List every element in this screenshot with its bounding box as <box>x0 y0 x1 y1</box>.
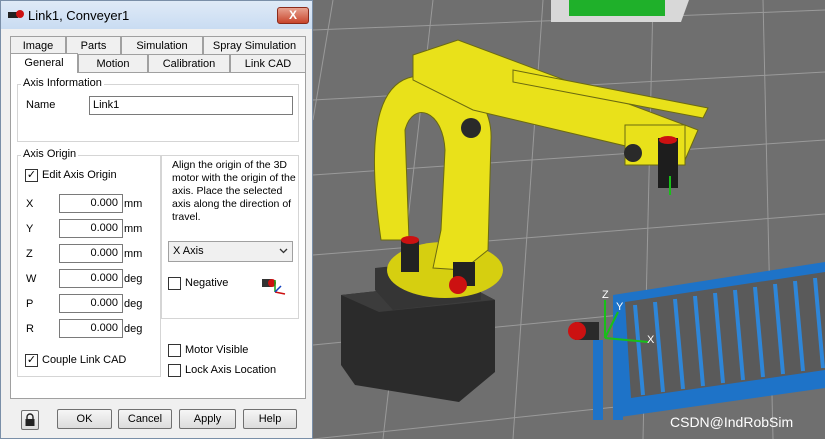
w-label: W <box>26 273 37 285</box>
lock-icon <box>25 413 35 426</box>
tab-content-general: Axis Information Name Link1 Axis Origin … <box>10 72 306 399</box>
link-icon <box>8 10 24 18</box>
tab-simulation[interactable]: Simulation <box>121 36 203 54</box>
tab-motion[interactable]: Motion <box>78 54 148 72</box>
negative-checkbox[interactable] <box>168 277 181 290</box>
origin-help-text: Align the origin of the 3D motor with th… <box>172 159 296 223</box>
y-label: Y <box>26 223 34 235</box>
z-unit: mm <box>124 248 143 260</box>
title-bar[interactable]: Link1, Conveyer1 X <box>1 1 312 29</box>
axis-z-label: Z <box>602 289 609 301</box>
tab-calibration[interactable]: Calibration <box>148 54 230 72</box>
axis-select[interactable]: X Axis <box>168 241 293 262</box>
motor-visible-label: Motor Visible <box>185 344 249 356</box>
close-button[interactable]: X <box>277 7 309 24</box>
x-field[interactable]: 0.000 <box>59 194 123 213</box>
axis-information-label: Axis Information <box>21 77 104 89</box>
tab-parts[interactable]: Parts <box>66 36 121 54</box>
motor-visible-checkbox[interactable] <box>168 344 181 357</box>
r-label: R <box>26 323 34 335</box>
window-title: Link1, Conveyer1 <box>28 8 130 23</box>
name-field[interactable]: Link1 <box>89 96 293 115</box>
edit-axis-origin-checkbox[interactable]: ✓ <box>25 169 38 182</box>
x-label: X <box>26 198 34 210</box>
w-field[interactable]: 0.000 <box>59 269 123 288</box>
ok-button[interactable]: OK <box>57 409 112 429</box>
r-unit: deg <box>124 323 143 335</box>
p-unit: deg <box>124 298 143 310</box>
tab-link-cad[interactable]: Link CAD <box>230 54 306 72</box>
p-label: P <box>26 298 34 310</box>
y-unit: mm <box>124 223 143 235</box>
watermark: CSDN@IndRobSim <box>670 414 793 430</box>
tab-spray-simulation[interactable]: Spray Simulation <box>203 36 306 54</box>
axis-select-value: X Axis <box>173 245 204 257</box>
name-label: Name <box>26 99 56 111</box>
couple-link-cad-checkbox[interactable]: ✓ <box>25 354 38 367</box>
axis-triad-icon <box>262 279 286 295</box>
w-unit: deg <box>124 273 143 285</box>
lock-button[interactable] <box>21 410 39 430</box>
edit-axis-origin-label: Edit Axis Origin <box>42 169 117 181</box>
r-field[interactable]: 0.000 <box>59 319 123 338</box>
p-field[interactable]: 0.000 <box>59 294 123 313</box>
couple-link-cad-label: Couple Link CAD <box>42 354 127 366</box>
axis-origin-label: Axis Origin <box>21 148 79 160</box>
y-field[interactable]: 0.000 <box>59 219 123 238</box>
green-block <box>551 0 689 22</box>
tab-general[interactable]: General <box>10 53 78 73</box>
lock-axis-location-checkbox[interactable] <box>168 364 181 377</box>
lock-axis-location-label: Lock Axis Location <box>185 364 277 376</box>
z-field[interactable]: 0.000 <box>59 244 123 263</box>
cancel-button[interactable]: Cancel <box>118 409 172 429</box>
link-properties-dialog: Link1, Conveyer1 X Image Parts Simulatio… <box>0 0 313 439</box>
3d-viewport[interactable]: Z Y X CSDN@IndRobSim <box>313 0 825 439</box>
z-label: Z <box>26 248 33 260</box>
apply-button[interactable]: Apply <box>179 409 236 429</box>
chevron-down-icon <box>279 248 288 254</box>
axis-origin-group <box>17 155 161 377</box>
tab-image[interactable]: Image <box>10 36 66 54</box>
x-unit: mm <box>124 198 143 210</box>
axis-x-label: X <box>647 334 655 346</box>
axis-y-label: Y <box>616 301 624 313</box>
help-button[interactable]: Help <box>243 409 297 429</box>
negative-label: Negative <box>185 277 229 289</box>
